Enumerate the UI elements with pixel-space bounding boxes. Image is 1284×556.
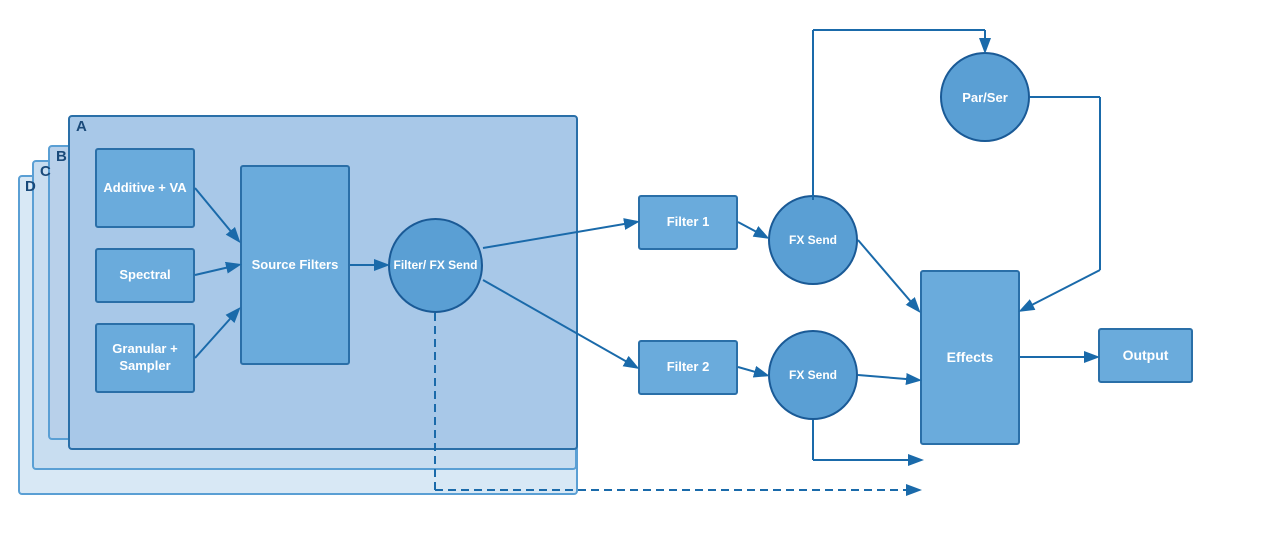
filter2-block: Filter 2 (638, 340, 738, 395)
spectral-block: Spectral (95, 248, 195, 303)
label-c: C (40, 163, 51, 180)
label-a: A (76, 118, 87, 135)
fx-send2-block: FX Send (768, 330, 858, 420)
diagram-container: A B C D Additive + VA Spectral Granular … (0, 0, 1284, 556)
additive-va-block: Additive + VA (95, 148, 195, 228)
source-filters-block: Source Filters (240, 165, 350, 365)
output-block: Output (1098, 328, 1193, 383)
label-b: B (56, 148, 67, 165)
filter-fx-send-block: Filter/ FX Send (388, 218, 483, 313)
effects-block: Effects (920, 270, 1020, 445)
par-ser-block: Par/Ser (940, 52, 1030, 142)
filter1-block: Filter 1 (638, 195, 738, 250)
label-d: D (25, 178, 36, 195)
granular-sampler-block: Granular + Sampler (95, 323, 195, 393)
fx-send1-block: FX Send (768, 195, 858, 285)
